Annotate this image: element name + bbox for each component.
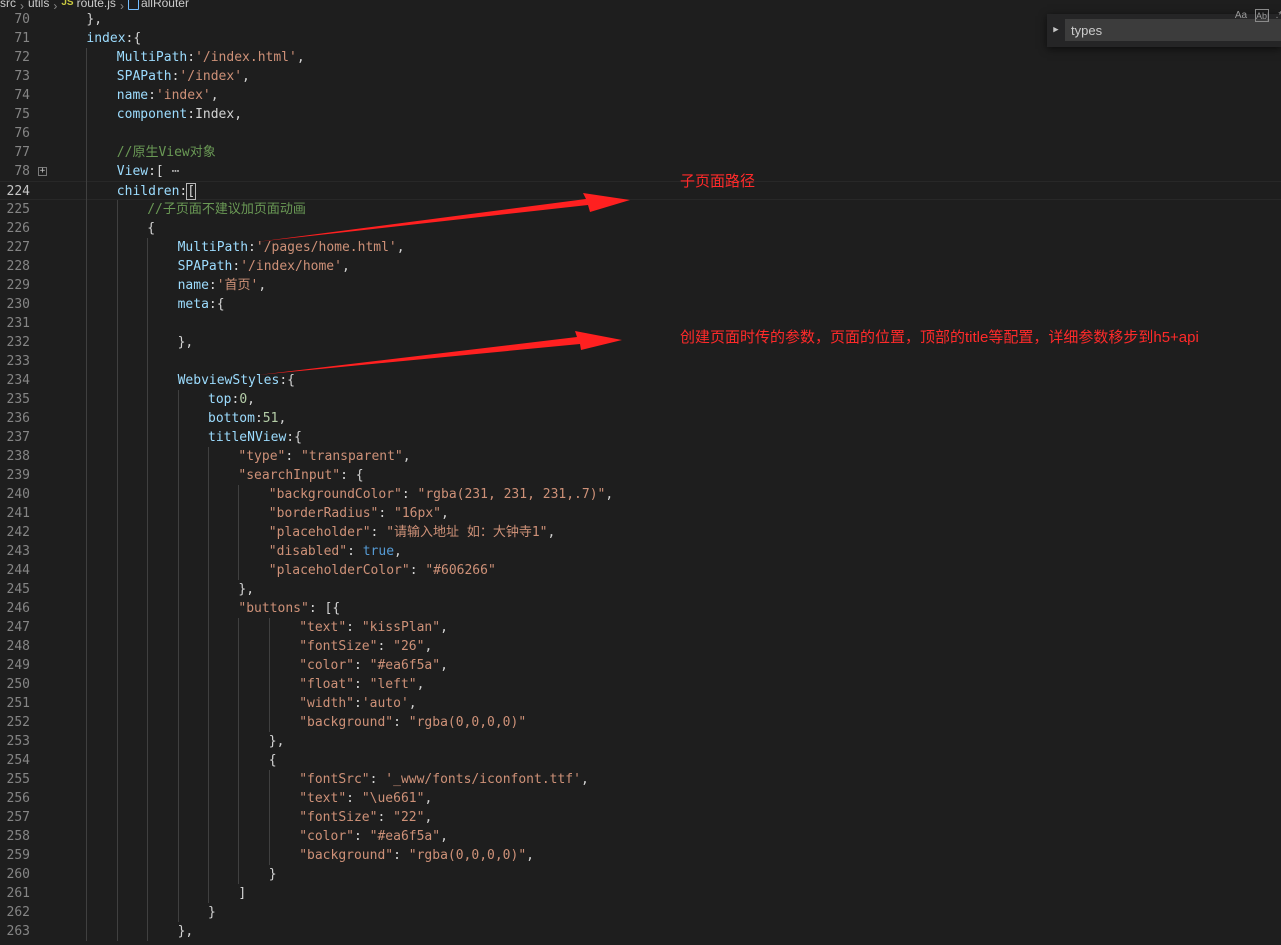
annotation-subpage-path: 子页面路径	[680, 173, 756, 190]
arrow-subpage-path	[256, 193, 630, 242]
annotation-arrows	[256, 193, 630, 375]
annotation-webview-params: 创建页面时传的参数，页面的位置，顶部的title等配置，详细参数移步到h5+ap…	[680, 329, 1199, 346]
arrow-webview-params	[258, 331, 622, 375]
